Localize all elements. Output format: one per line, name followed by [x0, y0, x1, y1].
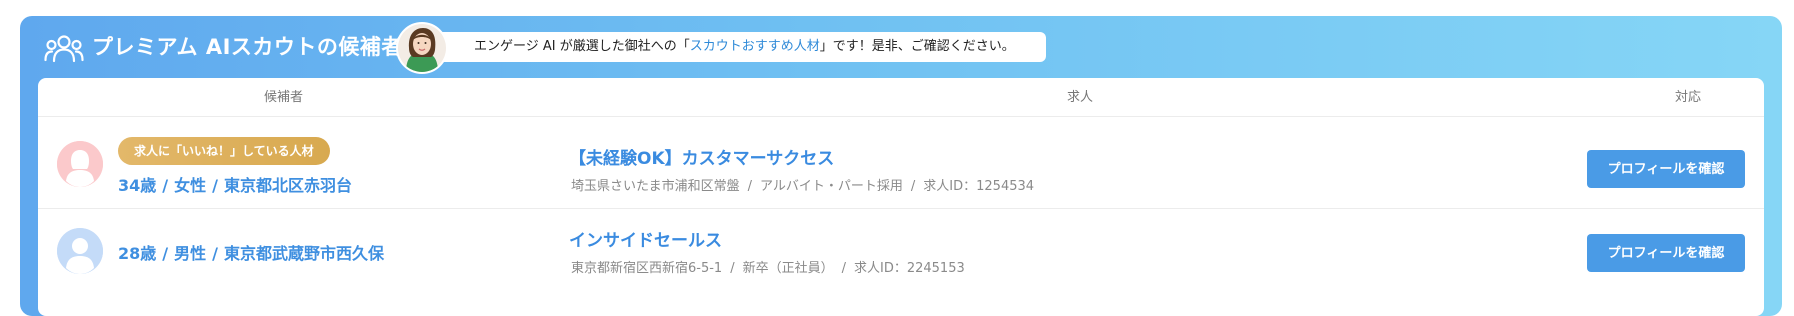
message-text-after: 」です！是非、ご確認ください。	[819, 39, 1015, 54]
message-highlight: スカウトおすすめ人材	[689, 39, 820, 54]
table-row: 28歳 / 男性 / 東京都武蔵野市西久保 インサイドセールス 東京都新宿区西新宿6-5…	[38, 209, 1764, 299]
message-text-before: エンゲージ AI が厳選した御社への「	[474, 39, 690, 54]
person-silhouette-icon	[57, 228, 103, 274]
job-location: 埼玉県さいたま市浦和区常盤	[571, 179, 740, 194]
job-title-link[interactable]: 【未経験OK】カスタマーサクセス	[569, 144, 834, 169]
view-profile-button[interactable]: プロフィールを確認	[1587, 150, 1745, 188]
candidate-table: 候補者 求人 対応 求人に「いいね！」している人材 34歳 / 女性 / 東京都北区赤羽…	[38, 78, 1764, 316]
advisor-avatar	[396, 22, 448, 74]
candidate-gender: 女性	[174, 176, 207, 195]
advisor-message: エンゲージ AI が厳選した御社への「スカウトおすすめ人材」です！是非、ご確認く…	[430, 32, 1046, 62]
job-id: 求人ID：1254534	[923, 179, 1035, 194]
liked-badge: 求人に「いいね！」している人材	[118, 137, 330, 165]
candidate-avatar-male	[57, 228, 103, 274]
job-title-link[interactable]: インサイドセールス	[569, 226, 722, 251]
person-silhouette-icon	[57, 141, 103, 187]
job-type: 新卒（正社員）	[742, 261, 834, 276]
candidate-gender: 男性	[174, 244, 207, 263]
candidate-age: 28歳	[118, 244, 157, 263]
column-header-action: 対応	[1675, 90, 1702, 105]
table-row: 求人に「いいね！」している人材 34歳 / 女性 / 東京都北区赤羽台 【未経験OK】カ…	[38, 117, 1764, 207]
ai-scout-panel: プレミアム AIスカウトの候補者 エンゲージ AI が厳選した御社への「スカウト…	[20, 16, 1782, 316]
candidate-profile-summary: 28歳 / 男性 / 東京都武蔵野市西久保	[118, 244, 384, 263]
view-profile-button[interactable]: プロフィールを確認	[1587, 234, 1745, 272]
job-meta: 東京都新宿区西新宿6-5-1/新卒（正社員） / 求人ID：2245153	[571, 261, 965, 276]
job-type: アルバイト・パート採用	[760, 179, 903, 194]
panel-header: プレミアム AIスカウトの候補者 エンゲージ AI が厳選した御社への「スカウト…	[20, 16, 1782, 78]
job-meta: 埼玉県さいたま市浦和区常盤 / アルバイト・パート採用 / 求人ID：1254534	[571, 179, 1035, 194]
job-id: 求人ID：2245153	[854, 261, 965, 276]
column-header-job: 求人	[1067, 90, 1094, 105]
candidate-location: 東京都北区赤羽台	[223, 176, 352, 195]
candidate-avatar-female	[57, 141, 103, 187]
column-header-candidate: 候補者	[264, 90, 304, 105]
panel-title: プレミアム AIスカウトの候補者	[92, 35, 403, 59]
job-location: 東京都新宿区西新宿6-5-1	[571, 261, 723, 276]
candidate-location: 東京都武蔵野市西久保	[223, 244, 384, 263]
candidate-age: 34歳	[118, 176, 157, 195]
candidate-profile-summary: 34歳 / 女性 / 東京都北区赤羽台	[118, 176, 352, 195]
people-group-icon	[44, 35, 84, 63]
